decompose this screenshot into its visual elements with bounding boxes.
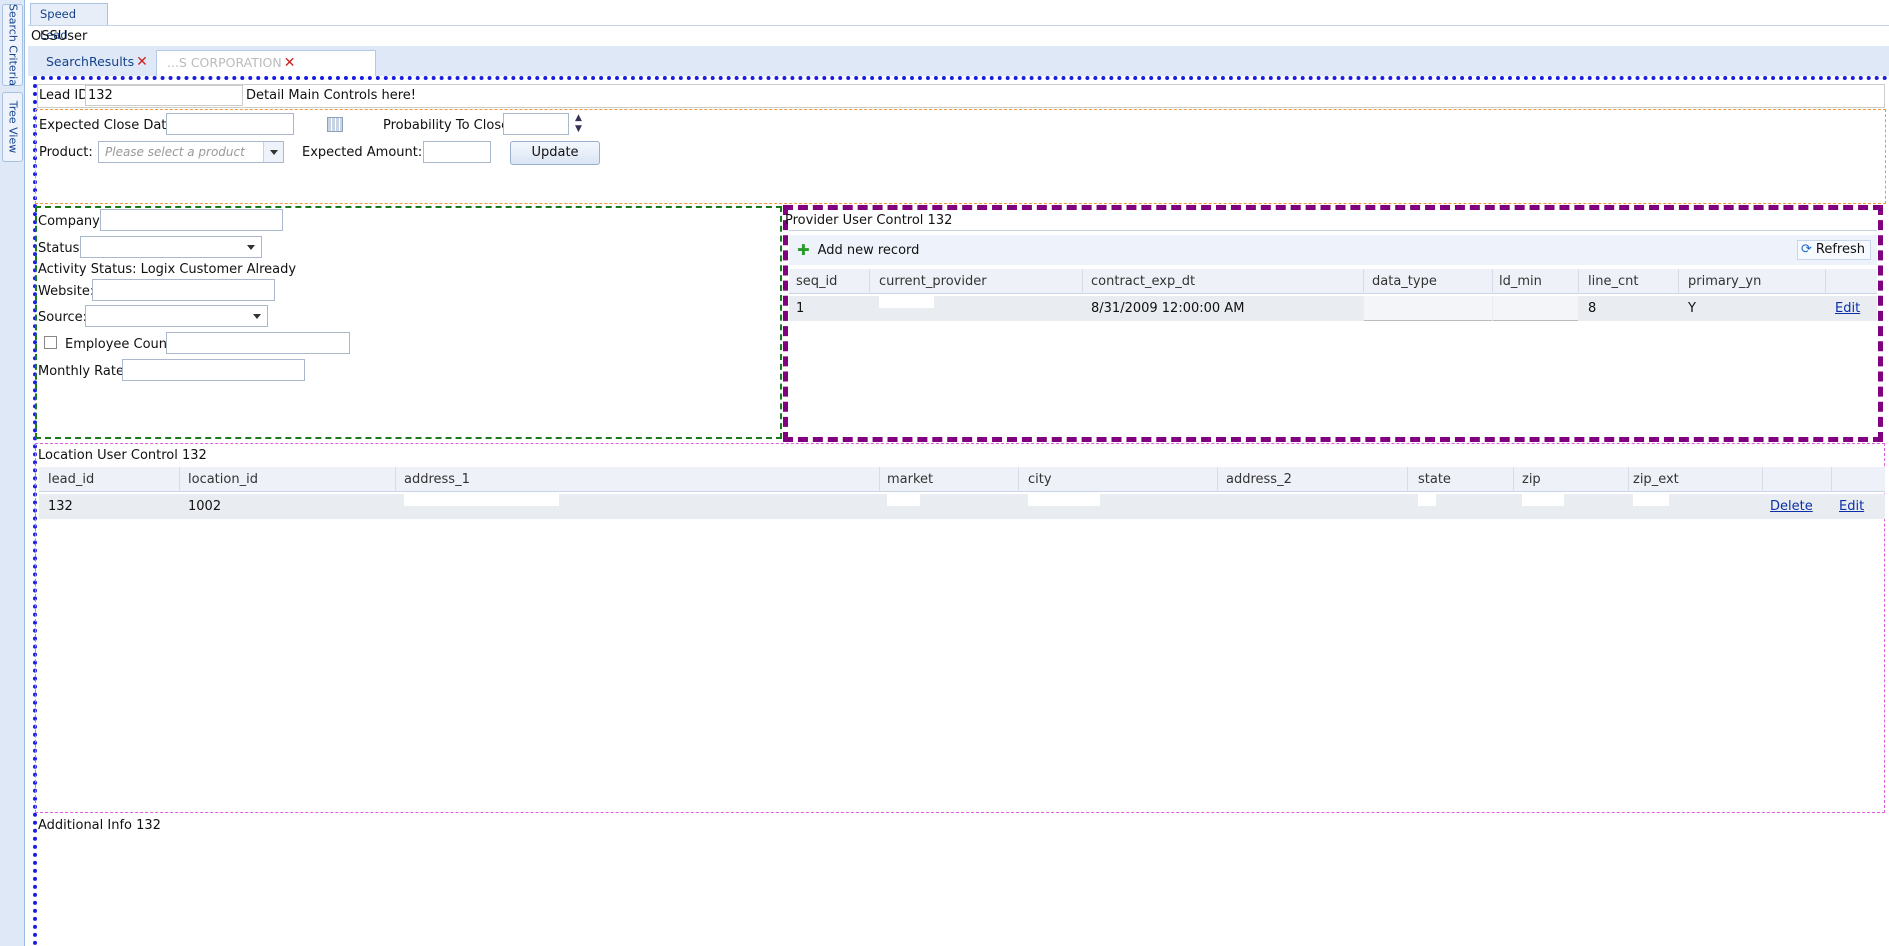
product-select[interactable]: Please select a product bbox=[98, 141, 284, 163]
cell-primary-yn: Y bbox=[1688, 301, 1696, 316]
location-title: Location User Control 132 bbox=[38, 448, 207, 463]
chevron-down-icon[interactable] bbox=[247, 306, 267, 326]
tree-view-tab[interactable]: Tree View bbox=[2, 92, 23, 162]
search-criteria-label: Search Criteria bbox=[6, 4, 19, 86]
company-label: Company: bbox=[38, 214, 104, 229]
expected-amount-input[interactable] bbox=[423, 141, 491, 163]
provider-table-row[interactable]: 1 8/31/2009 12:00:00 AM 8 Y Edit bbox=[789, 296, 1877, 321]
cell-lead-id: 132 bbox=[48, 499, 73, 514]
monthly-rate-input[interactable] bbox=[122, 359, 305, 381]
cell-ld-min bbox=[1493, 296, 1578, 321]
update-button[interactable]: Update bbox=[510, 141, 600, 165]
expected-close-date-label: Expected Close Date: bbox=[39, 118, 179, 133]
col-line-cnt[interactable]: line_cnt bbox=[1588, 269, 1638, 294]
product-label: Product: bbox=[39, 145, 93, 160]
product-placeholder: Please select a product bbox=[105, 145, 245, 159]
close-icon[interactable]: ✕ bbox=[136, 54, 148, 70]
spinner-icon[interactable]: ▲ ▼ bbox=[575, 113, 582, 135]
current-user: OSSUser bbox=[31, 29, 88, 44]
location-grid-header: lead_id location_id address_1 market cit… bbox=[39, 467, 1885, 492]
col-data-type[interactable]: data_type bbox=[1372, 269, 1437, 294]
employee-count-checkbox[interactable] bbox=[44, 336, 57, 349]
col-zip-ext[interactable]: zip_ext bbox=[1633, 467, 1679, 492]
tab-search-results-label: SearchResults bbox=[46, 54, 135, 69]
col-current-provider[interactable]: current_provider bbox=[879, 269, 987, 294]
activity-status-text: Activity Status: Logix Customer Already bbox=[38, 262, 297, 277]
speed-lead-tab[interactable]: Speed Lead bbox=[30, 3, 108, 42]
col-location-id[interactable]: location_id bbox=[188, 467, 258, 492]
cell-location-id: 1002 bbox=[188, 499, 222, 514]
provider-title: Provider User Control 132 bbox=[785, 213, 953, 228]
left-collapsed-panels: Search Criteria Tree View bbox=[0, 0, 25, 946]
calendar-icon[interactable] bbox=[327, 117, 343, 132]
additional-info-title: Additional Info 132 bbox=[38, 818, 161, 833]
col-address-1[interactable]: address_1 bbox=[404, 467, 470, 492]
company-input[interactable] bbox=[100, 209, 283, 231]
refresh-button[interactable]: ⟳ Refresh bbox=[1797, 240, 1871, 260]
lead-id-input[interactable]: 132 bbox=[85, 85, 243, 106]
monthly-rate-label: Monthly Rate: bbox=[38, 364, 129, 379]
edit-link[interactable]: Edit bbox=[1839, 499, 1864, 514]
col-city[interactable]: city bbox=[1028, 467, 1052, 492]
add-new-record-label: Add new record bbox=[817, 242, 920, 258]
source-select[interactable] bbox=[85, 305, 268, 327]
chevron-down-icon[interactable] bbox=[241, 237, 261, 257]
employee-count-input[interactable] bbox=[166, 332, 350, 354]
probability-input[interactable] bbox=[503, 113, 569, 135]
close-icon[interactable]: ✕ bbox=[284, 55, 296, 71]
source-label: Source: bbox=[38, 310, 88, 325]
provider-grid-header: seq_id current_provider contract_exp_dt … bbox=[789, 269, 1877, 294]
expected-amount-label: Expected Amount: bbox=[302, 145, 423, 160]
status-select[interactable] bbox=[80, 236, 262, 258]
app-tab-bar bbox=[28, 2, 1889, 26]
plus-icon: ✚ bbox=[797, 241, 810, 259]
tab-lead-detail-label: ...S CORPORATION bbox=[167, 55, 282, 70]
col-zip[interactable]: zip bbox=[1522, 467, 1541, 492]
provider-toolbar bbox=[789, 235, 1877, 265]
website-input[interactable] bbox=[92, 279, 275, 301]
col-contract-exp-dt[interactable]: contract_exp_dt bbox=[1091, 269, 1195, 294]
cell-line-cnt: 8 bbox=[1588, 301, 1597, 316]
col-seq-id[interactable]: seq_id bbox=[796, 269, 837, 294]
search-criteria-tab[interactable]: Search Criteria bbox=[2, 4, 23, 86]
website-label: Website: bbox=[38, 284, 95, 299]
col-market[interactable]: market bbox=[887, 467, 933, 492]
divider bbox=[789, 230, 1877, 231]
cell-data-type bbox=[1364, 296, 1492, 321]
tab-search-results[interactable]: SearchResults ✕ bbox=[36, 50, 148, 76]
tab-lead-detail[interactable]: ...S CORPORATION ✕ bbox=[156, 50, 376, 76]
refresh-label: Refresh bbox=[1815, 242, 1865, 257]
col-lead-id[interactable]: lead_id bbox=[48, 467, 94, 492]
col-primary-yn[interactable]: primary_yn bbox=[1688, 269, 1761, 294]
tree-view-label: Tree View bbox=[6, 100, 19, 154]
probability-label: Probability To Close: bbox=[383, 118, 514, 133]
col-state[interactable]: state bbox=[1418, 467, 1451, 492]
cell-contract-exp-dt: 8/31/2009 12:00:00 AM bbox=[1091, 301, 1245, 316]
location-table-row[interactable]: 132 1002 Delete Edit bbox=[39, 494, 1885, 519]
col-address-2[interactable]: address_2 bbox=[1226, 467, 1292, 492]
main-controls-text: Detail Main Controls here! bbox=[246, 88, 416, 103]
edit-link[interactable]: Edit bbox=[1835, 301, 1860, 316]
delete-link[interactable]: Delete bbox=[1770, 499, 1813, 514]
refresh-icon: ⟳ bbox=[1801, 242, 1812, 257]
chevron-down-icon[interactable] bbox=[263, 142, 283, 162]
add-new-record-button[interactable]: ✚ Add new record bbox=[797, 241, 919, 259]
status-label: Status: bbox=[38, 241, 84, 256]
col-ld-min[interactable]: ld_min bbox=[1499, 269, 1542, 294]
employee-count-label: Employee Count: bbox=[65, 337, 177, 352]
expected-close-date-input[interactable] bbox=[166, 113, 294, 135]
cell-seq-id: 1 bbox=[796, 301, 805, 316]
document-tab-strip: SearchResults ✕ ...S CORPORATION ✕ bbox=[28, 46, 1889, 76]
